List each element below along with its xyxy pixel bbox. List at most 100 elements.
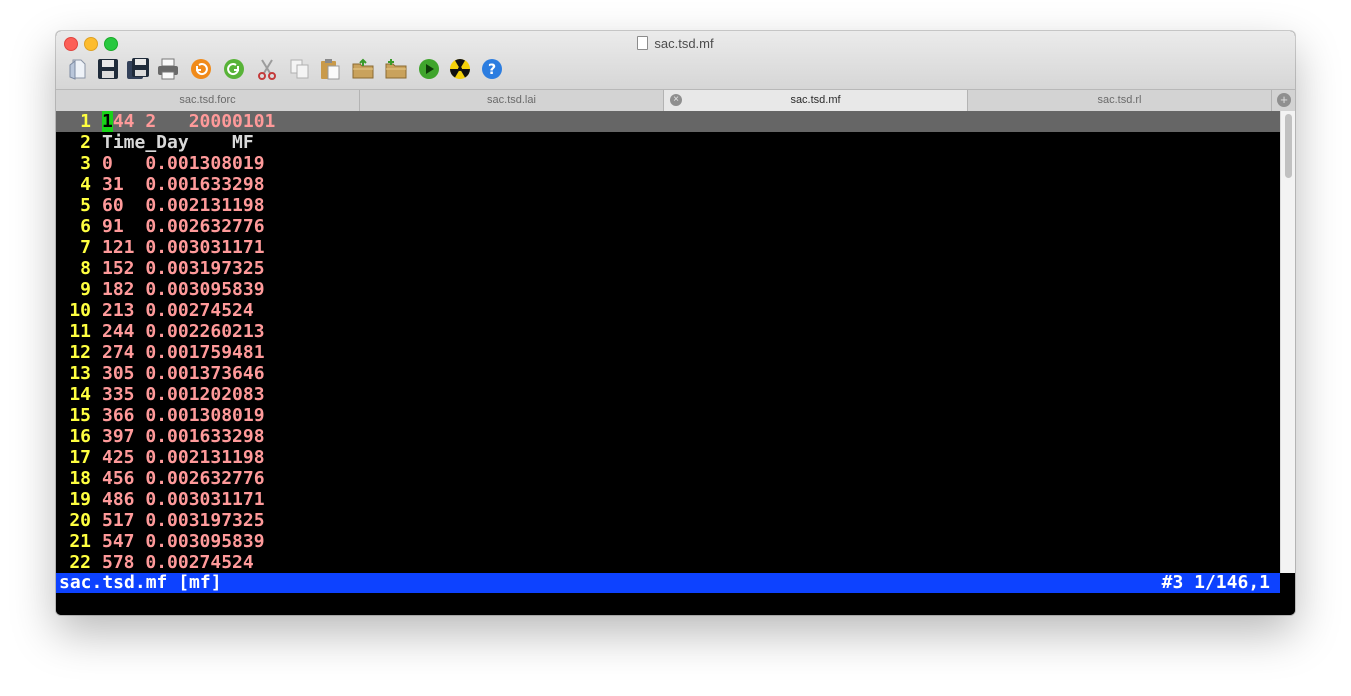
status-filename: sac.tsd.mf [mf] — [59, 572, 222, 593]
line-text[interactable]: 366 0.001308019 — [102, 405, 265, 426]
editor-line[interactable]: 14 335 0.001202083 — [56, 384, 1280, 405]
line-number: 1 — [80, 111, 91, 132]
line-text[interactable]: 60 0.002131198 — [102, 195, 265, 216]
editor-line[interactable]: 5 60 0.002131198 — [56, 195, 1280, 216]
editor-line[interactable]: 4 31 0.001633298 — [56, 174, 1280, 195]
editor-line[interactable]: 19 486 0.003031171 — [56, 489, 1280, 510]
tab-sac-tsd-mf[interactable]: × sac.tsd.mf — [664, 90, 968, 111]
line-number: 9 — [80, 279, 91, 300]
help-icon[interactable]: ? — [480, 57, 504, 81]
line-number: 16 — [69, 426, 91, 447]
line-number: 10 — [69, 300, 91, 321]
line-number: 21 — [69, 531, 91, 552]
line-text[interactable]: 335 0.001202083 — [102, 384, 265, 405]
line-text[interactable]: 456 0.002632776 — [102, 468, 265, 489]
editor-line[interactable]: 17 425 0.002131198 — [56, 447, 1280, 468]
line-number: 2 — [80, 132, 91, 153]
text-editor[interactable]: 1 144 2 20000101 2 Time_Day MF 3 0 0.00130801… — [56, 111, 1280, 573]
line-text[interactable]: 121 0.003031171 — [102, 237, 265, 258]
status-position: #3 1/146,1 — [1161, 572, 1270, 593]
line-number: 22 — [69, 552, 91, 573]
document-icon — [637, 36, 649, 50]
tab-sac-tsd-lai[interactable]: sac.tsd.lai — [360, 90, 664, 111]
editor-line[interactable]: 8 152 0.003197325 — [56, 258, 1280, 279]
line-text[interactable]: Time_Day MF — [102, 132, 254, 153]
redo-icon[interactable] — [222, 57, 246, 81]
scrollbar-thumb[interactable] — [1285, 114, 1292, 178]
radioactive-icon[interactable] — [448, 57, 472, 81]
editor-line[interactable]: 20 517 0.003197325 — [56, 510, 1280, 531]
editor-line[interactable]: 15 366 0.001308019 — [56, 405, 1280, 426]
editor-window: sac.tsd.mf ? sac.tsd.forc sac.tsd.lai × … — [56, 31, 1295, 615]
line-number: 8 — [80, 258, 91, 279]
line-number: 15 — [69, 405, 91, 426]
line-text-rest: 44 2 20000101 — [112, 111, 276, 132]
editor-line[interactable]: 12 274 0.001759481 — [56, 342, 1280, 363]
cut-icon[interactable] — [255, 57, 279, 81]
paste-icon[interactable] — [318, 57, 342, 81]
line-number: 11 — [69, 321, 91, 342]
command-line[interactable] — [56, 593, 1295, 615]
line-text[interactable]: 425 0.002131198 — [102, 447, 265, 468]
title-bar: sac.tsd.mf ? — [56, 31, 1295, 89]
editor-line[interactable]: 13 305 0.001373646 — [56, 363, 1280, 384]
open-folder-icon[interactable] — [351, 57, 375, 81]
run-icon[interactable] — [417, 57, 441, 81]
editor-line[interactable]: 7 121 0.003031171 — [56, 237, 1280, 258]
add-tab-icon[interactable]: + — [1277, 93, 1291, 107]
line-text[interactable]: 182 0.003095839 — [102, 279, 265, 300]
editor-line[interactable]: 22 578 0.00274524 — [56, 552, 1280, 573]
line-text[interactable]: 517 0.003197325 — [102, 510, 265, 531]
save-icon[interactable] — [96, 57, 120, 81]
status-line: sac.tsd.mf [mf] #3 1/146,1 — [56, 573, 1280, 593]
line-number: 19 — [69, 489, 91, 510]
line-number: 4 — [80, 174, 91, 195]
save-all-icon[interactable] — [126, 57, 150, 81]
window-title: sac.tsd.mf — [56, 36, 1295, 51]
vertical-scrollbar[interactable] — [1280, 111, 1295, 573]
new-folder-icon[interactable] — [384, 57, 408, 81]
line-number: 3 — [80, 153, 91, 174]
line-number: 5 — [80, 195, 91, 216]
tab-bar: sac.tsd.forc sac.tsd.lai × sac.tsd.mf sa… — [56, 89, 1295, 112]
svg-text:?: ? — [488, 62, 496, 78]
editor-line[interactable]: 9 182 0.003095839 — [56, 279, 1280, 300]
line-text[interactable]: 152 0.003197325 — [102, 258, 265, 279]
editor-line[interactable]: 16 397 0.001633298 — [56, 426, 1280, 447]
close-tab-icon[interactable]: × — [670, 94, 682, 106]
line-text[interactable]: 305 0.001373646 — [102, 363, 265, 384]
line-text[interactable]: 213 0.00274524 — [102, 300, 254, 321]
new-file-icon[interactable] — [66, 57, 90, 81]
line-number: 14 — [69, 384, 91, 405]
editor-line[interactable]: 11 244 0.002260213 — [56, 321, 1280, 342]
line-text[interactable]: 144 2 20000101 — [102, 111, 275, 132]
line-number: 17 — [69, 447, 91, 468]
line-number: 12 — [69, 342, 91, 363]
undo-icon[interactable] — [189, 57, 213, 81]
line-text[interactable]: 274 0.001759481 — [102, 342, 265, 363]
line-text[interactable]: 31 0.001633298 — [102, 174, 265, 195]
line-text[interactable]: 547 0.003095839 — [102, 531, 265, 552]
text-cursor: 1 — [102, 111, 113, 132]
tab-sac-tsd-forc[interactable]: sac.tsd.forc — [56, 90, 360, 111]
editor-line[interactable]: 21 547 0.003095839 — [56, 531, 1280, 552]
line-text[interactable]: 397 0.001633298 — [102, 426, 265, 447]
print-icon[interactable] — [156, 57, 180, 81]
tab-sac-tsd-rl[interactable]: sac.tsd.rl — [968, 90, 1272, 111]
line-text[interactable]: 486 0.003031171 — [102, 489, 265, 510]
editor-line[interactable]: 1 144 2 20000101 — [56, 111, 1280, 132]
line-number: 7 — [80, 237, 91, 258]
line-text[interactable]: 578 0.00274524 — [102, 552, 254, 573]
line-number: 20 — [69, 510, 91, 531]
copy-icon[interactable] — [288, 57, 312, 81]
editor-line[interactable]: 6 91 0.002632776 — [56, 216, 1280, 237]
editor-line[interactable]: 3 0 0.001308019 — [56, 153, 1280, 174]
line-text[interactable]: 0 0.001308019 — [102, 153, 265, 174]
line-text[interactable]: 91 0.002632776 — [102, 216, 265, 237]
line-number: 6 — [80, 216, 91, 237]
editor-line[interactable]: 2 Time_Day MF — [56, 132, 1280, 153]
line-text[interactable]: 244 0.002260213 — [102, 321, 265, 342]
editor-line[interactable]: 18 456 0.002632776 — [56, 468, 1280, 489]
line-number: 13 — [69, 363, 91, 384]
editor-line[interactable]: 10 213 0.00274524 — [56, 300, 1280, 321]
